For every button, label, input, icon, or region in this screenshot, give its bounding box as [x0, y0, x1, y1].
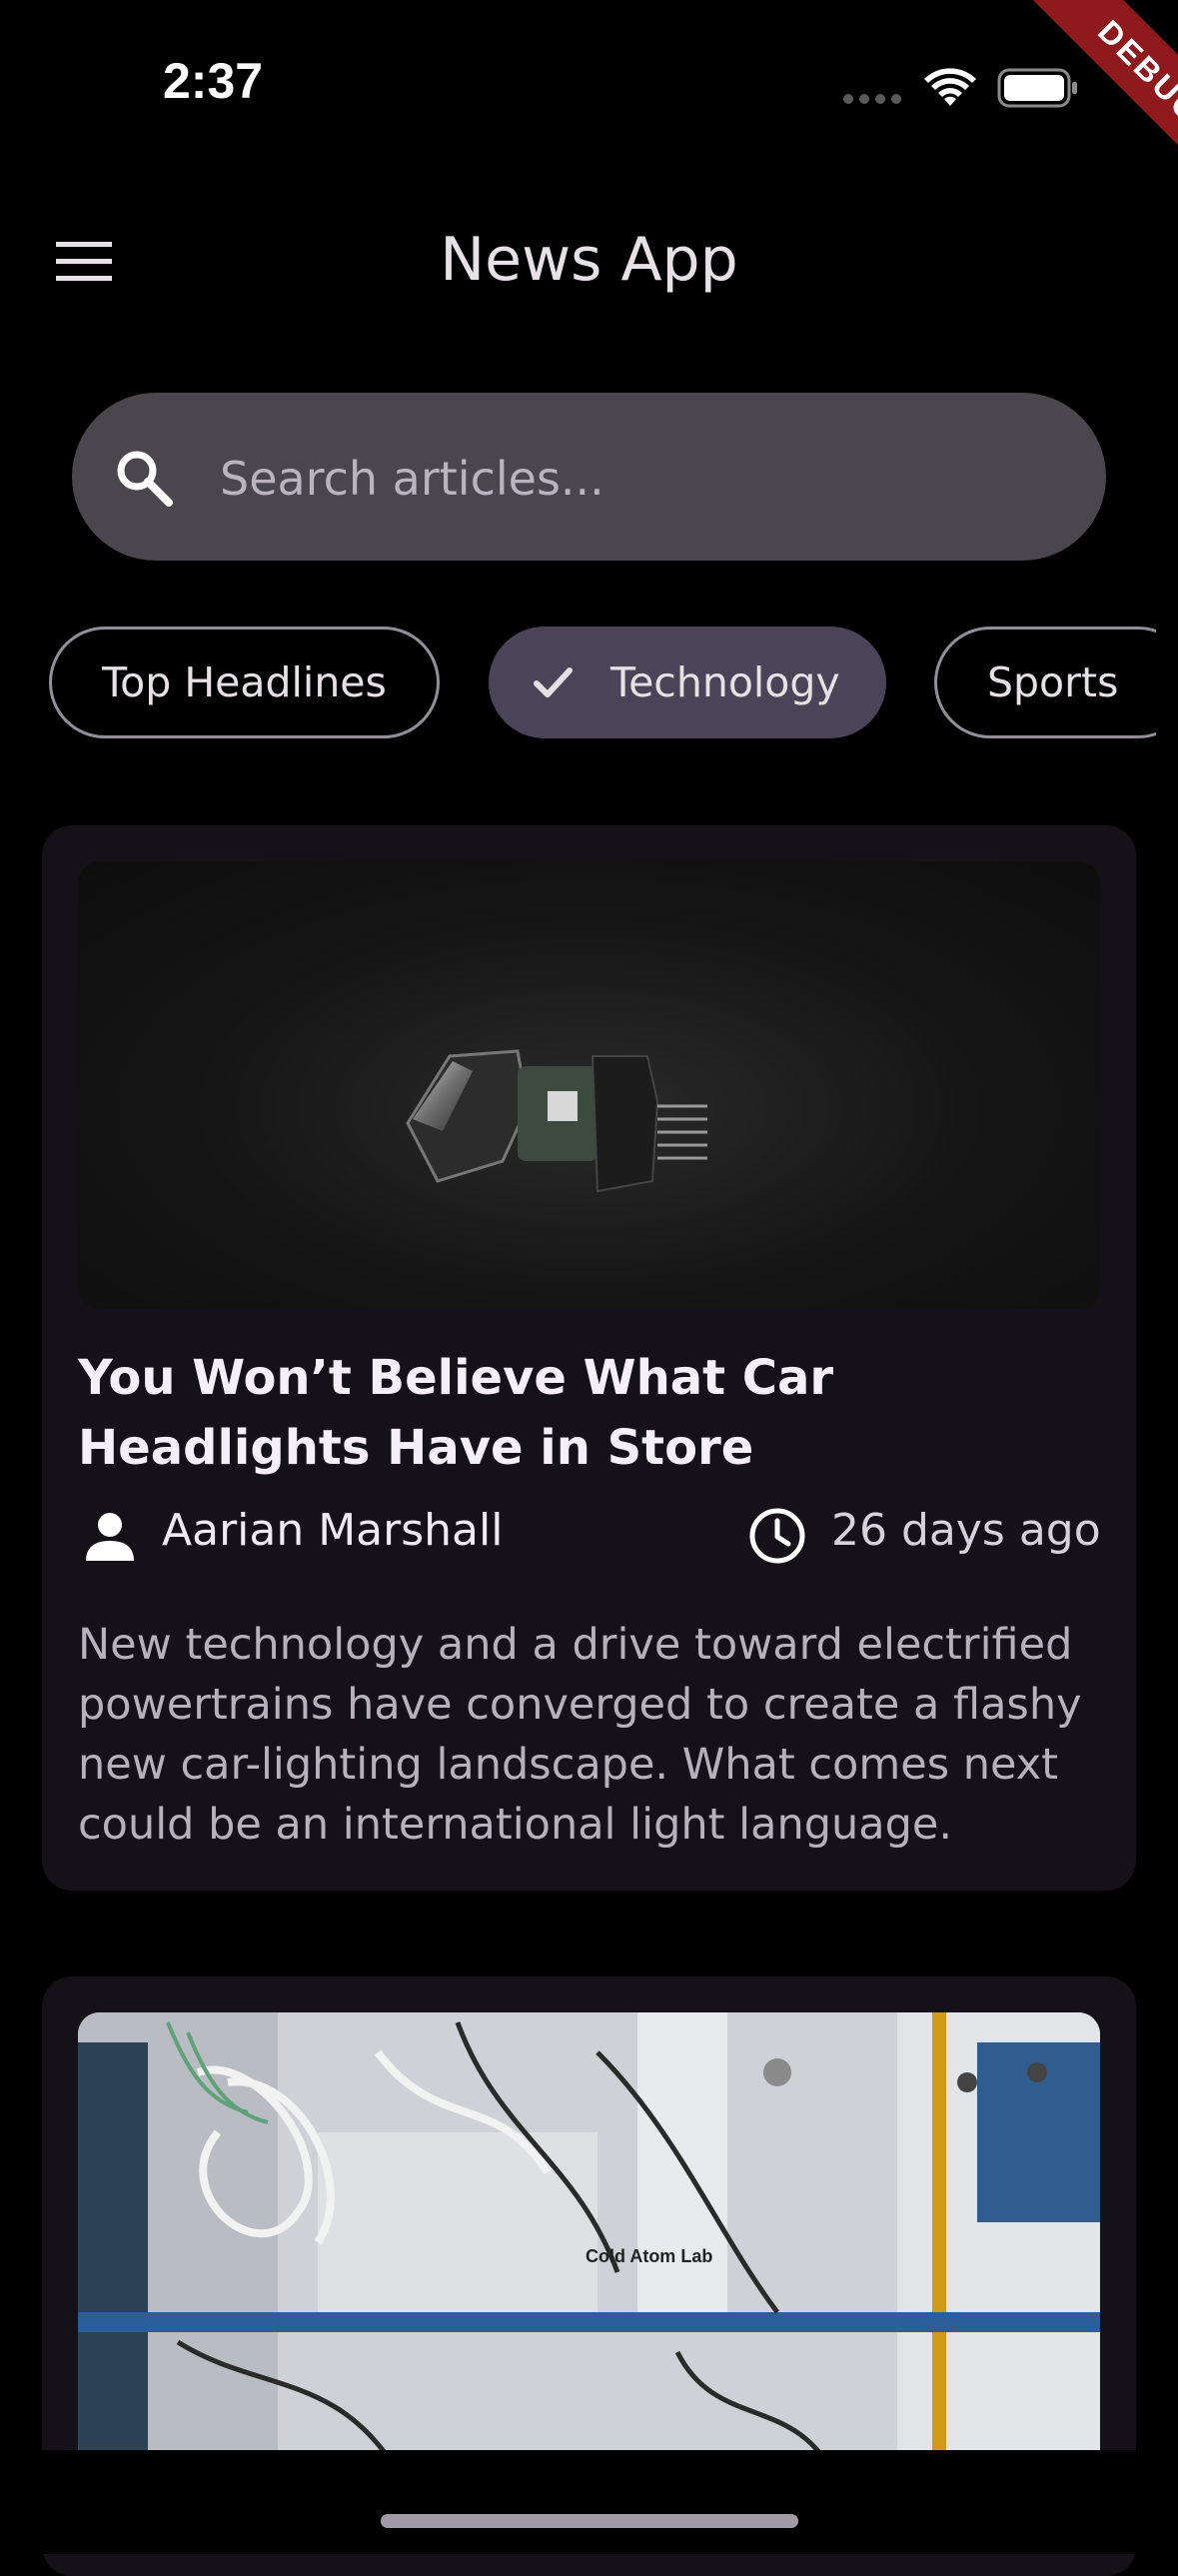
image-caption-label: Cold Atom Lab — [586, 2246, 712, 2266]
article-description: New technology and a drive toward electr… — [78, 1620, 1082, 1850]
cellular-signal-icon — [843, 94, 901, 104]
search-input[interactable] — [218, 440, 1061, 518]
category-chips: Top Headlines Technology Sports — [0, 600, 1156, 769]
chip-label: Sports — [987, 658, 1119, 706]
chip-label: Top Headlines — [102, 658, 387, 706]
headlight-illustration — [406, 1049, 707, 1193]
chip-technology[interactable]: Technology — [489, 627, 886, 738]
debug-banner: DEBUG — [978, 0, 1178, 200]
debug-banner-label: DEBUG — [1021, 0, 1178, 200]
chip-label: Technology — [610, 658, 840, 706]
search-icon — [117, 451, 173, 507]
clock-icon — [749, 1508, 805, 1564]
chip-top-headlines[interactable]: Top Headlines — [49, 627, 440, 738]
article-image — [78, 861, 1100, 1309]
article-title[interactable]: You Won’t Believe What Car Headlights Ha… — [78, 1343, 1107, 1483]
bottom-safe-area — [0, 2450, 1178, 2554]
article-card[interactable]: You Won’t Believe What Car Headlights Ha… — [42, 825, 1136, 1891]
check-icon — [534, 667, 573, 697]
article-author: Aarian Marshall — [162, 1505, 504, 1556]
chip-sports[interactable]: Sports — [934, 627, 1156, 738]
home-indicator[interactable] — [381, 2514, 798, 2528]
article-published-time: 26 days ago — [831, 1505, 1101, 1556]
app-title: News App — [440, 225, 738, 295]
person-icon — [86, 1513, 134, 1561]
status-time: 2:37 — [163, 53, 264, 109]
wifi-icon — [924, 68, 976, 106]
